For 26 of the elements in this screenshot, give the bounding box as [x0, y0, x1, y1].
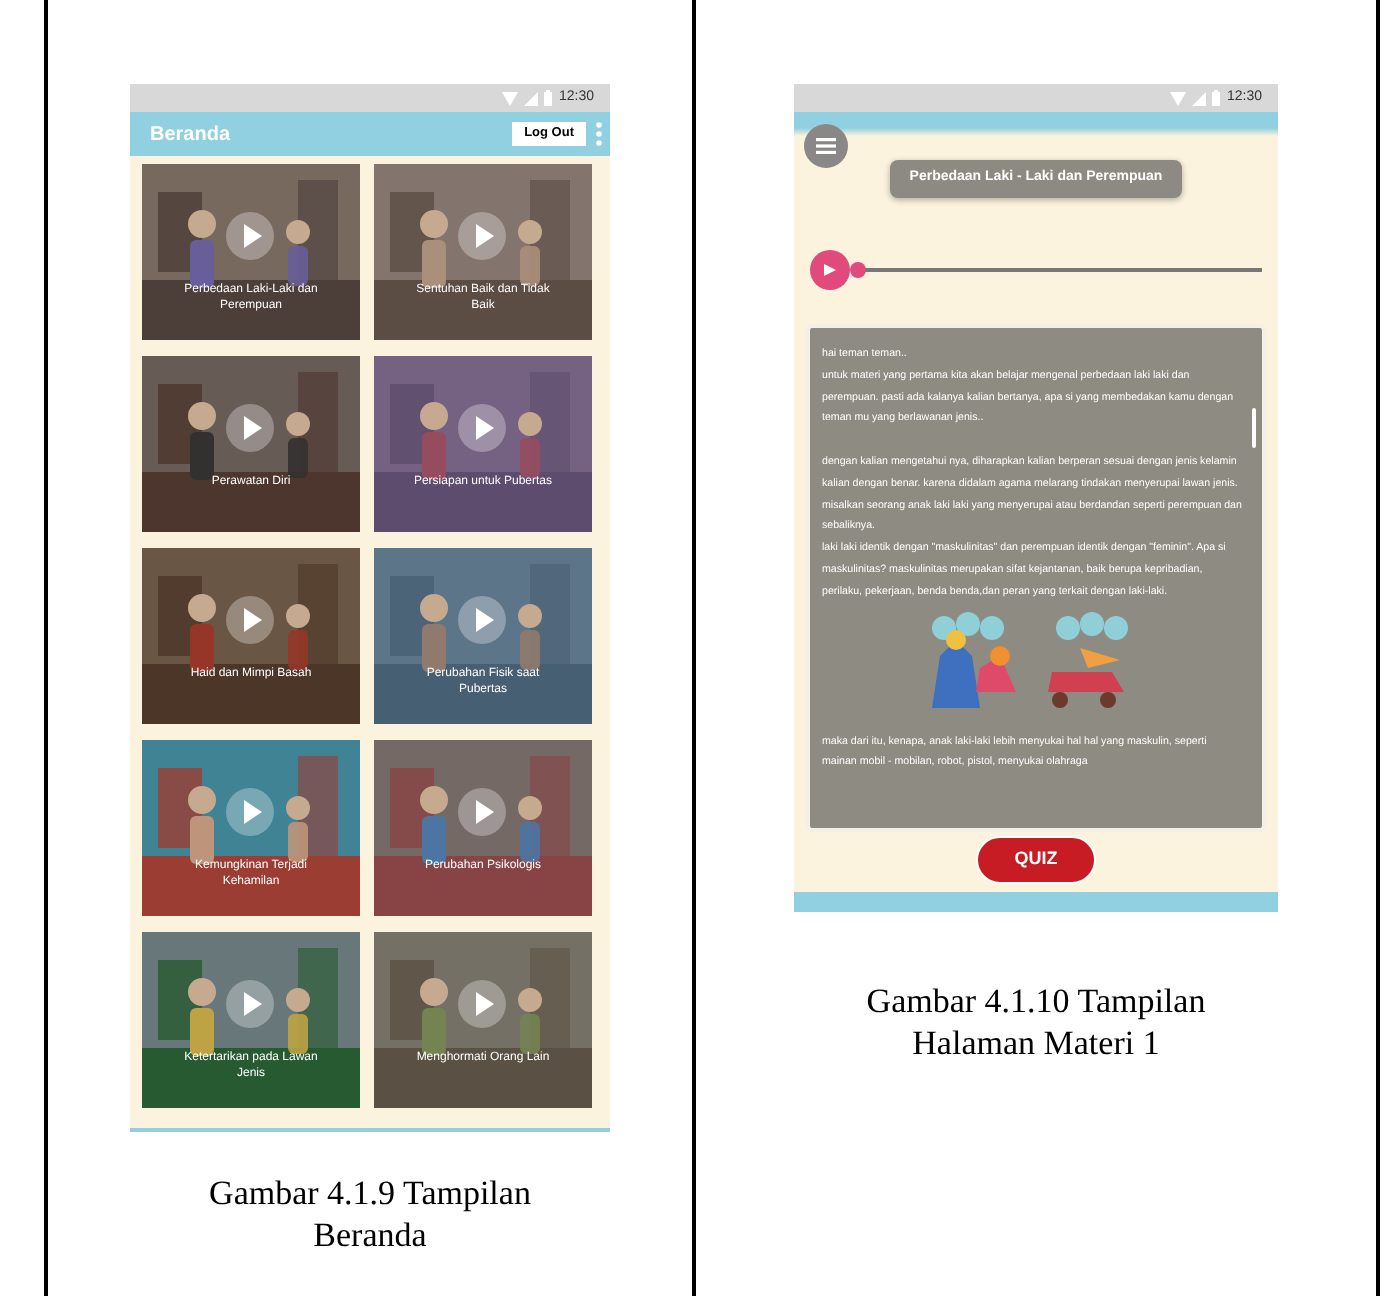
- battery-icon: [544, 90, 553, 106]
- wifi-icon: [1170, 91, 1187, 105]
- figure-caption: Gambar 4.1.10 Tampilan Halaman Materi 1: [864, 980, 1208, 1065]
- menu-button[interactable]: [804, 124, 848, 168]
- screen-title: Beranda: [150, 121, 233, 149]
- play-icon: [458, 404, 506, 452]
- figure-caption: Gambar 4.1.9 Tampilan Beranda: [207, 1172, 533, 1257]
- play-icon: [824, 264, 836, 276]
- play-icon: [458, 788, 506, 836]
- battery-icon: [1212, 90, 1221, 106]
- play-icon: [226, 596, 274, 644]
- quiz-button[interactable]: QUIZ: [976, 836, 1096, 884]
- play-icon: [226, 788, 274, 836]
- play-icon: [226, 980, 274, 1028]
- play-icon: [458, 212, 506, 260]
- wifi-icon: [502, 91, 519, 105]
- play-icon: [226, 404, 274, 452]
- signal-icon: [524, 91, 539, 105]
- play-icon: [458, 596, 506, 644]
- play-icon: [226, 212, 274, 260]
- play-button[interactable]: [810, 250, 850, 290]
- signal-icon: [1192, 91, 1207, 105]
- scrollbar: [1252, 408, 1256, 448]
- play-icon: [458, 980, 506, 1028]
- more-icon: [596, 122, 602, 146]
- menu-icon: [816, 138, 836, 154]
